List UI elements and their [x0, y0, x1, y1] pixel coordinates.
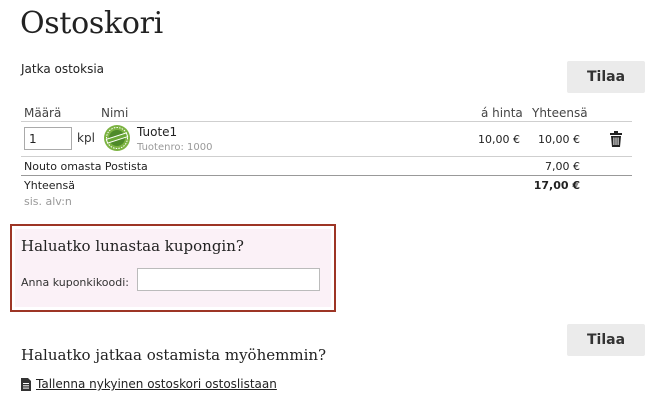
vat-note: sis. alv:n [24, 195, 72, 208]
shipping-total: 7,00 € [545, 160, 580, 173]
page-title: Ostoskori [20, 6, 163, 41]
quantity-input[interactable] [24, 127, 72, 150]
save-cart-link[interactable]: Tallenna nykyinen ostoskori ostoslistaan [21, 377, 277, 391]
save-for-later-title: Haluatko jatkaa ostamista myöhemmin? [21, 346, 327, 364]
product-sku: Tuotenro: 1000 [137, 142, 213, 153]
order-button-top[interactable]: Tilaa [567, 61, 645, 93]
coupon-code-label: Anna kuponkikoodi: [21, 276, 130, 289]
item-total: 10,00 € [538, 133, 580, 146]
item-unit-price: 10,00 € [478, 133, 520, 146]
continue-shopping-link[interactable]: Jatka ostoksia [21, 62, 104, 76]
trash-icon[interactable] [609, 131, 623, 147]
shipping-label: Nouto omasta Postista [24, 160, 148, 173]
grand-total-label: Yhteensä [24, 179, 75, 192]
coupon-code-input[interactable] [137, 268, 320, 291]
product-seal-icon [104, 125, 130, 151]
product-name[interactable]: Tuote1 [137, 125, 177, 139]
coupon-title: Haluatko lunastaa kupongin? [21, 237, 244, 255]
document-icon [21, 377, 31, 391]
column-header-total: Yhteensä [532, 106, 588, 120]
row-divider [21, 156, 632, 157]
table-header-divider [21, 121, 632, 122]
column-header-unit-price: á hinta [481, 106, 523, 120]
total-divider [21, 175, 632, 176]
grand-total-value: 17,00 € [533, 179, 580, 192]
column-header-quantity: Määrä [24, 106, 62, 120]
order-button-bottom[interactable]: Tilaa [567, 324, 645, 356]
column-header-name: Nimi [101, 106, 129, 120]
quantity-unit: kpl [77, 131, 95, 145]
save-cart-link-label: Tallenna nykyinen ostoskori ostoslistaan [36, 377, 277, 391]
